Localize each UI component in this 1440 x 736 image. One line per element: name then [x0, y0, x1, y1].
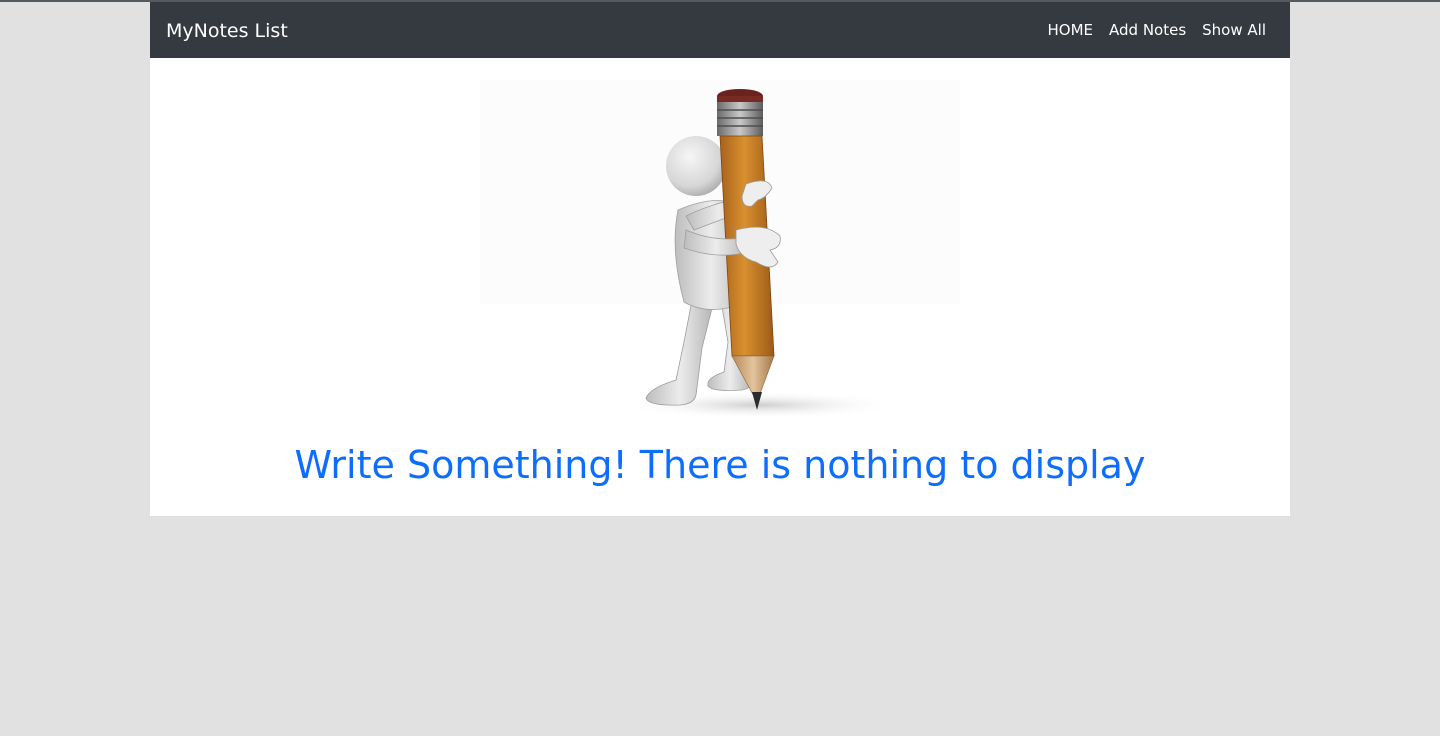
nav-links: HOME Add Notes Show All [1032, 20, 1267, 40]
pencil-figure-image [480, 80, 960, 419]
top-navbar: MyNotes List HOME Add Notes Show All [150, 2, 1290, 58]
main-container: MyNotes List HOME Add Notes Show All Wri… [150, 2, 1290, 517]
empty-notes-message: Write Something! There is nothing to dis… [294, 443, 1146, 487]
nav-link-home[interactable]: HOME [1048, 20, 1094, 40]
brand-link[interactable]: MyNotes List [166, 19, 288, 43]
nav-link-add-notes[interactable]: Add Notes [1109, 20, 1186, 40]
nav-link-show-all[interactable]: Show All [1202, 20, 1266, 40]
pencil-figure-illustration [480, 80, 960, 422]
